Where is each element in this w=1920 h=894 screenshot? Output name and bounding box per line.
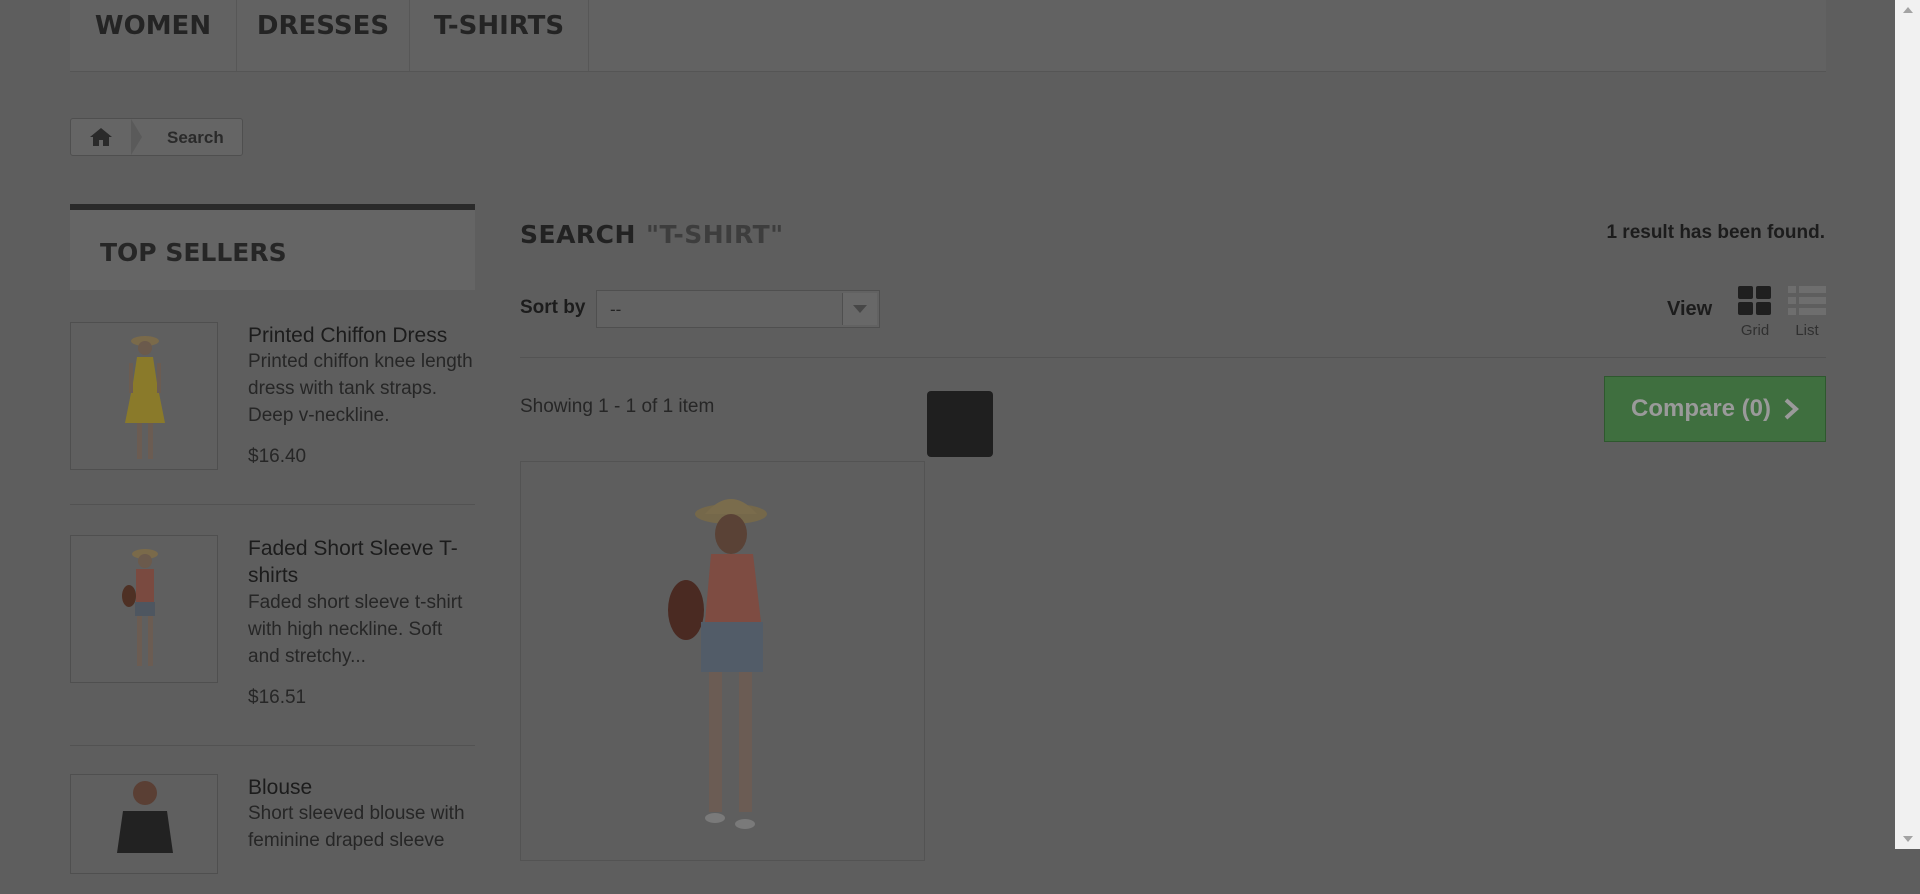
chevron-down-icon[interactable] <box>842 293 877 325</box>
product-thumbnail[interactable] <box>70 774 218 874</box>
product-name-link[interactable]: Blouse <box>248 774 475 801</box>
compare-button[interactable]: Compare (0) <box>1604 376 1826 442</box>
sort-selected-value: -- <box>610 300 622 319</box>
list-view-button[interactable]: List <box>1787 286 1827 342</box>
grid-view-button[interactable]: Grid <box>1737 286 1773 342</box>
breadcrumb: Search <box>70 118 243 156</box>
divider <box>520 357 1826 358</box>
product-thumbnail[interactable] <box>70 535 218 683</box>
top-sellers-header[interactable]: TOP SELLERS <box>70 204 475 290</box>
chevron-right-icon <box>1784 398 1800 420</box>
divider <box>70 504 475 505</box>
home-icon <box>90 128 112 146</box>
top-seller-item: Faded Short Sleeve T-shirts Faded short … <box>70 535 475 775</box>
dress-model-image <box>125 336 165 459</box>
divider <box>70 745 475 746</box>
tshirt-model-image <box>122 549 158 666</box>
menu-item-dresses[interactable]: DRESSES <box>237 0 410 71</box>
list-icon <box>1788 286 1826 315</box>
menu-item-tshirts[interactable]: T-SHIRTS <box>410 0 589 71</box>
loading-overlay-box <box>927 391 993 457</box>
list-caption: List <box>1795 322 1819 339</box>
product-description: Printed chiffon knee length dress with t… <box>248 351 473 426</box>
product-name-link[interactable]: Printed Chiffon Dress <box>248 322 475 349</box>
compare-label: Compare (0) <box>1630 395 1772 422</box>
breadcrumb-current: Search <box>167 128 224 147</box>
scroll-up-arrow-icon[interactable] <box>1903 7 1913 13</box>
product-price: $16.51 <box>248 687 307 708</box>
page-overlay: WOMEN DRESSES T-SHIRTS Search TOP SELLER… <box>0 0 1895 874</box>
page-title: SEARCH "T-SHIRT" <box>520 220 784 249</box>
menu-item-women[interactable]: WOMEN <box>70 0 237 71</box>
showing-count: Showing 1 - 1 of 1 item <box>520 396 715 417</box>
grid-caption: Grid <box>1740 322 1770 339</box>
product-description: Faded short sleeve t-shirt with high nec… <box>248 592 463 667</box>
search-heading: SEARCH <box>520 220 636 249</box>
top-sellers-title: TOP SELLERS <box>100 238 287 267</box>
sort-select[interactable]: -- <box>596 290 880 328</box>
view-label: View <box>1667 298 1713 320</box>
product-name-link[interactable]: Faded Short Sleeve T-shirts <box>248 535 475 589</box>
product-card[interactable] <box>520 461 925 861</box>
product-price: $16.40 <box>248 446 307 467</box>
product-image <box>668 499 767 829</box>
breadcrumb-separator <box>131 119 142 155</box>
search-query: "T-SHIRT" <box>645 220 784 249</box>
breadcrumb-home-link[interactable] <box>71 119 131 155</box>
product-thumbnail[interactable] <box>70 322 218 470</box>
sort-label: Sort by <box>520 297 586 318</box>
product-description: Short sleeved blouse with feminine drape… <box>248 803 465 851</box>
blouse-model-image <box>117 781 173 853</box>
top-menu: WOMEN DRESSES T-SHIRTS <box>70 0 1826 72</box>
grid-icon <box>1738 286 1771 315</box>
top-seller-item: Printed Chiffon Dress Printed chiffon kn… <box>70 322 475 522</box>
result-count: 1 result has been found. <box>1606 222 1825 243</box>
vertical-scrollbar[interactable] <box>1895 0 1920 849</box>
top-seller-item: Blouse Short sleeved blouse with feminin… <box>70 774 475 894</box>
scroll-down-arrow-icon[interactable] <box>1903 836 1913 842</box>
